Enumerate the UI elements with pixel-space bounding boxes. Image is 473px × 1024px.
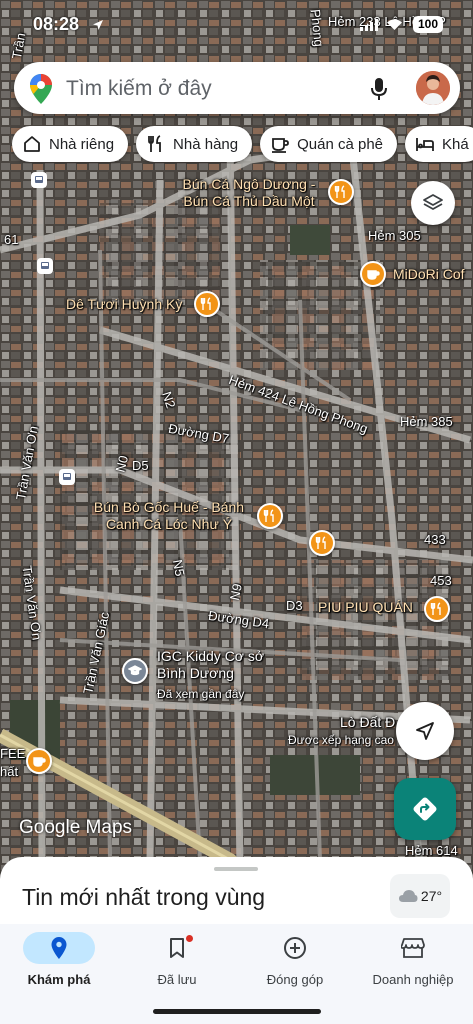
search-input[interactable]: Tìm kiếm ở đây [66,77,212,101]
nav-label: Khám phá [27,972,91,987]
street-label-hat: hất [0,764,19,779]
profile-photo-icon [416,71,450,105]
place-label-de-tuoi[interactable]: Dê Tươi Huỳnh Kỳ [66,296,182,313]
drag-handle[interactable] [214,867,258,871]
directions-icon [413,797,437,821]
street-label-453: 453 [430,573,452,588]
home-icon [24,136,40,152]
status-bar: 08:28 100 [0,0,473,50]
home-indicator[interactable] [153,1009,321,1014]
school-icon[interactable] [122,658,148,684]
nav-label: Doanh nghiệp [372,972,454,987]
category-chips: Nhà riêng Nhà hàng Quán cà phê Khá [12,126,473,164]
map-pin-icon [51,937,67,959]
street-label-61: 61 [4,232,19,247]
bookmark-icon [170,938,184,958]
cafe-icon[interactable] [26,748,52,774]
my-location-button[interactable] [396,702,454,760]
microphone-icon[interactable] [370,77,388,101]
place-label-bun-ca[interactable]: Bún Cá Ngô Dương - Bún Cá Thủ Dầu Một [174,176,324,210]
place-label-lo-dat[interactable]: Lò Đất Đ [340,714,395,731]
highly-rated-label: Được xếp hạng cao [288,733,394,747]
chip-coffee[interactable]: Quán cà phê [260,126,398,162]
search-bar[interactable]: Tìm kiếm ở đây [14,62,460,114]
restaurant-icon[interactable] [328,179,354,205]
location-arrow-icon [93,20,103,30]
street-label-d3: D3 [286,598,303,613]
nav-saved[interactable]: Đã lưu [118,932,236,987]
place-label-bun-bo[interactable]: Bún Bò Gốc Huế - Bánh Canh Cá Lóc Như Ý [84,499,254,533]
directions-button[interactable] [394,778,456,840]
chip-label: Nhà hàng [173,135,239,153]
street-label-n5: N5 [169,558,188,578]
nav-contribute[interactable]: Đóng góp [236,932,354,987]
coffee-cup-icon [272,138,290,153]
restaurant-icon[interactable] [257,503,283,529]
street-label-hem-385: Hẻm 385 [400,414,453,429]
chip-hotels[interactable]: Khá [405,126,473,162]
chip-label: Quán cà phê [297,135,384,153]
storefront-icon [401,938,425,958]
layers-icon [423,194,443,210]
cafe-icon[interactable] [360,261,386,287]
navigation-arrow-icon [416,722,434,740]
temperature: 27° [420,888,443,904]
chip-label: Nhà riêng [49,135,115,153]
bus-stop-icon[interactable] [37,258,53,274]
maps-pin-logo-icon [30,74,52,104]
street-label-hem-305: Hẻm 305 [368,228,421,243]
cloud-icon [398,890,418,902]
bus-stop-icon[interactable] [59,469,75,485]
place-label-igc-kiddy[interactable]: IGC Kiddy Cơ sở Bình Dương [157,648,272,682]
chip-label: Khá [442,135,469,153]
status-time: 08:28 [33,14,80,34]
nav-business[interactable]: Doanh nghiệp [354,932,472,987]
avatar[interactable] [416,71,450,105]
signal-icon [360,19,378,31]
weather-badge[interactable]: 27° [390,874,450,918]
bus-stop-icon[interactable] [31,172,47,188]
restaurant-icon[interactable] [194,291,220,317]
place-label-piu-piu[interactable]: PIU PIU QUÁN [318,599,413,616]
chip-home[interactable]: Nhà riêng [12,126,129,162]
chip-restaurants[interactable]: Nhà hàng [136,126,253,162]
street-label-n9: N9 [226,582,245,602]
street-label-d5: D5 [132,458,149,473]
restaurant-icon[interactable] [424,596,450,622]
notification-dot [186,935,193,942]
restaurant-icon [148,135,161,152]
street-label-fee: FEE [0,746,26,761]
wifi-icon [387,19,402,30]
battery-indicator: 100 [413,16,443,33]
bed-icon [416,138,434,151]
restaurant-icon[interactable] [309,530,335,556]
bottom-navigation: Khám phá Đã lưu Đóng góp Doanh nghiệp [0,924,473,1024]
sheet-title: Tin mới nhất trong vùng [22,884,266,910]
add-circle-icon [284,937,306,959]
nav-label: Đóng góp [266,972,324,987]
nav-explore[interactable]: Khám phá [0,932,118,987]
google-maps-logo: Google Maps [19,817,133,838]
street-label-433: 433 [424,532,446,547]
nav-label: Đã lưu [157,972,197,987]
recently-viewed-label: Đã xem gần đây [157,687,245,701]
place-label-midori[interactable]: MiDoRi Cof [393,266,465,283]
layers-button[interactable] [411,181,455,225]
